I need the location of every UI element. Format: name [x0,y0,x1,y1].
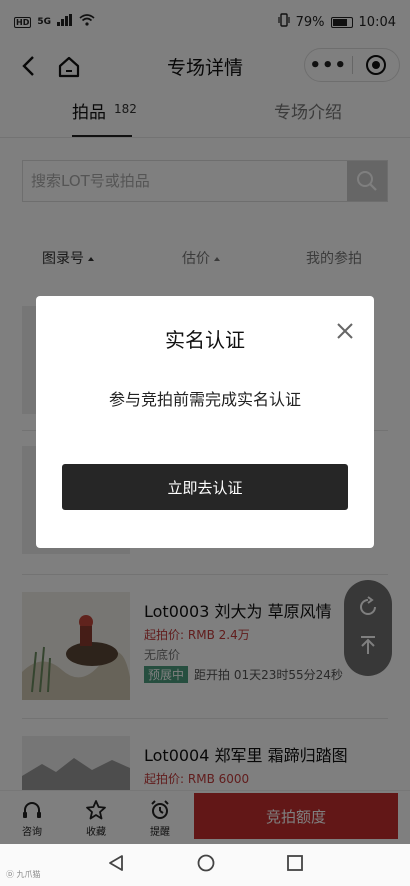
watermark: Ⓓ 九爪猫 [6,870,41,879]
close-icon[interactable] [336,322,354,340]
back-triangle-icon[interactable] [107,854,125,876]
recents-square-icon[interactable] [287,855,303,875]
dialog-title: 实名认证 [165,328,245,352]
real-name-dialog: 实名认证 参与竞拍前需完成实名认证 立即去认证 [36,296,374,548]
dialog-message: 参与竞拍前需完成实名认证 [108,390,301,409]
system-nav-bar: Ⓓ 九爪猫 [0,844,410,886]
home-circle-icon[interactable] [197,854,215,876]
verify-now-button[interactable]: 立即去认证 [62,464,348,510]
